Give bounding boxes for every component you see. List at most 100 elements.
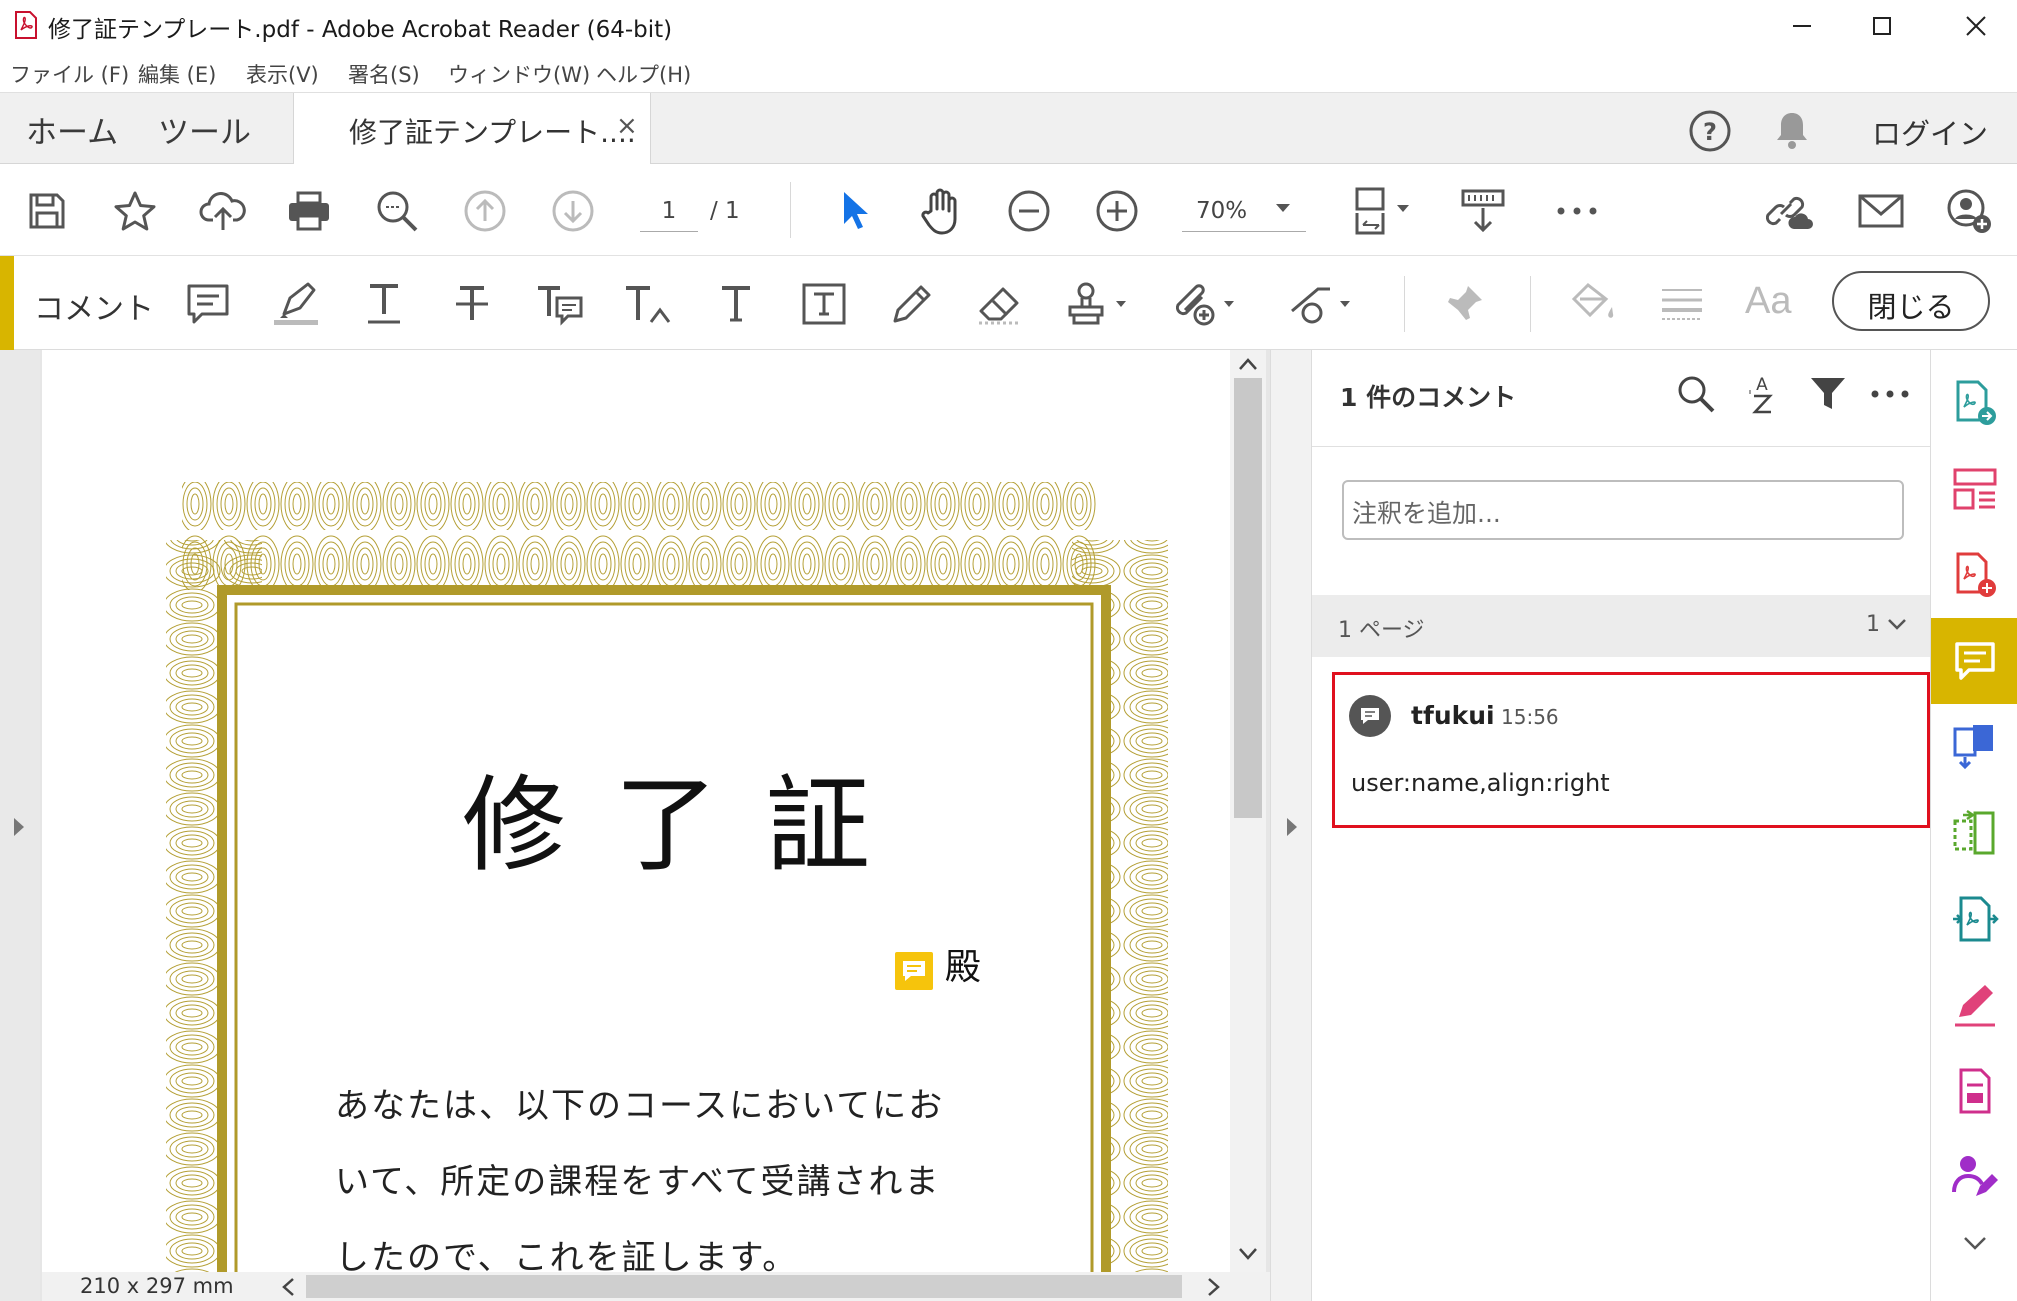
bookmark-star-icon[interactable]	[110, 186, 160, 236]
comment-page-group[interactable]: 1 ページ 1	[1312, 595, 1930, 657]
document-tab-close-icon[interactable]: ×	[616, 111, 638, 141]
add-text-icon[interactable]	[710, 278, 762, 330]
zoom-in-icon[interactable]	[1092, 186, 1142, 236]
help-icon[interactable]: ?	[1688, 109, 1732, 153]
export-pdf-icon[interactable]	[1931, 360, 2017, 446]
share-user-icon[interactable]	[1944, 186, 1994, 236]
comment-time: 15:56	[1501, 705, 1559, 729]
underline-text-icon[interactable]	[358, 278, 410, 330]
comment-avatar-icon	[1349, 695, 1391, 737]
certificate-body-line-1: あなたは、以下のコースにおいてにお	[335, 1086, 945, 1126]
edit-pdf-icon[interactable]	[1931, 876, 2017, 962]
collapse-right-panel-icon[interactable]	[1285, 816, 1299, 838]
more-tools-icon[interactable]	[1552, 186, 1602, 236]
menu-window[interactable]: ウィンドウ(W)	[448, 59, 590, 89]
comment-toolbar-divider	[1404, 276, 1405, 332]
filter-comments-icon[interactable]	[1806, 372, 1850, 416]
menu-edit[interactable]: 編集 (E)	[138, 59, 216, 89]
select-cursor-icon[interactable]	[828, 186, 878, 236]
shapes-icon[interactable]	[1286, 278, 1356, 330]
minimize-button[interactable]	[1764, 0, 1840, 52]
scroll-up-icon[interactable]	[1239, 358, 1257, 370]
right-tools-rail	[1930, 350, 2017, 1301]
insert-text-icon[interactable]	[622, 278, 674, 330]
tab-home[interactable]: ホーム	[26, 107, 118, 152]
cloud-upload-icon[interactable]	[198, 186, 248, 236]
font-style-button[interactable]: Aa	[1745, 280, 1791, 323]
panel-splitter[interactable]	[1270, 350, 1312, 1301]
notification-bell-icon[interactable]	[1772, 109, 1812, 151]
comment-panel: 1 件のコメント A 注釈を追加... 1 ページ 1 tfukui 15:56…	[1312, 350, 1930, 1301]
comment-card[interactable]: tfukui 15:56 user:name,align:right	[1332, 672, 1930, 828]
chevron-down-icon[interactable]	[1888, 619, 1906, 631]
page-size-label: 210 x 297 mm	[80, 1274, 234, 1298]
highlight-text-icon[interactable]	[270, 278, 322, 330]
print-icon[interactable]	[284, 186, 334, 236]
comment-tool-icon[interactable]	[1931, 618, 2017, 704]
page-total-label: / 1	[710, 198, 740, 224]
strikethrough-text-icon[interactable]	[446, 278, 498, 330]
expand-left-panel-icon[interactable]	[12, 816, 26, 838]
vertical-scrollbar[interactable]	[1230, 350, 1266, 1272]
compress-pdf-icon[interactable]	[1931, 790, 2017, 876]
search-comments-icon[interactable]	[1674, 372, 1718, 416]
fill-and-sign-icon[interactable]	[1931, 962, 2017, 1048]
menu-help[interactable]: ヘルプ(H)	[596, 59, 691, 89]
title-bar: 修了証テンプレート.pdf - Adobe Acrobat Reader (64…	[0, 0, 2017, 52]
tab-document[interactable]: 修了証テンプレート.... ×	[293, 93, 651, 165]
eraser-icon[interactable]	[974, 278, 1026, 330]
page-number-input[interactable]: 1	[640, 190, 698, 232]
add-note-input[interactable]: 注釈を追加...	[1342, 480, 1904, 540]
email-icon[interactable]	[1856, 186, 1906, 236]
close-window-button[interactable]	[1938, 0, 2014, 52]
hand-tool-icon[interactable]	[916, 186, 966, 236]
comment-annotation-icon[interactable]	[895, 952, 933, 990]
maximize-button[interactable]	[1844, 0, 1920, 52]
tab-tools[interactable]: ツール	[158, 107, 251, 152]
menu-file[interactable]: ファイル (F)	[10, 59, 129, 89]
sticky-note-icon[interactable]	[182, 278, 234, 330]
zoom-out-icon[interactable]	[1004, 186, 1054, 236]
comment-toolbar-divider-2	[1530, 276, 1531, 332]
replace-text-icon[interactable]	[534, 278, 586, 330]
combine-files-icon[interactable]	[1931, 704, 2017, 790]
tab-bar: ホーム ツール 修了証テンプレート.... × ? ログイン	[0, 92, 2017, 165]
vertical-scroll-thumb[interactable]	[1234, 378, 1262, 818]
fill-color-icon[interactable]	[1568, 278, 1620, 330]
pencil-draw-icon[interactable]	[886, 278, 938, 330]
menu-sign[interactable]: 署名(S)	[348, 59, 420, 89]
pdf-page: 修了証 殿 あなたは、以下のコースにおいてにお いて、所定の課程をすべて受講され…	[42, 350, 1230, 1272]
window-title: 修了証テンプレート.pdf - Adobe Acrobat Reader (64…	[48, 17, 673, 43]
login-link[interactable]: ログイン	[1872, 111, 1988, 153]
share-link-icon[interactable]	[1766, 186, 1816, 236]
stamp-icon[interactable]	[1062, 278, 1132, 330]
scroll-left-icon[interactable]	[282, 1278, 294, 1296]
close-comment-tool-button[interactable]: 閉じる	[1832, 271, 1990, 331]
comments-more-icon[interactable]	[1868, 372, 1912, 416]
rail-more-chevron-icon[interactable]	[1931, 1224, 2017, 1264]
comment-toolbar-label: コメント	[34, 292, 154, 327]
scroll-mode-icon[interactable]	[1458, 186, 1508, 236]
page-group-count: 1	[1866, 612, 1880, 637]
attach-file-icon[interactable]	[1170, 278, 1240, 330]
previous-page-icon[interactable]	[460, 186, 510, 236]
svg-text:A: A	[1756, 375, 1768, 395]
horizontal-scroll-thumb[interactable]	[306, 1275, 1182, 1298]
scroll-down-icon[interactable]	[1239, 1248, 1257, 1260]
zoom-search-icon[interactable]	[372, 186, 422, 236]
organize-pages-icon[interactable]	[1931, 446, 2017, 532]
zoom-dropdown-icon[interactable]	[1276, 204, 1290, 212]
sort-comments-icon[interactable]: A	[1740, 372, 1784, 416]
save-icon[interactable]	[22, 186, 72, 236]
page-fit-icon[interactable]	[1350, 186, 1420, 236]
line-style-icon[interactable]	[1656, 278, 1708, 330]
menu-view[interactable]: 表示(V)	[246, 59, 319, 89]
create-pdf-icon[interactable]	[1931, 532, 2017, 618]
next-page-icon[interactable]	[548, 186, 598, 236]
request-signature-icon[interactable]	[1931, 1134, 2017, 1220]
scroll-right-icon[interactable]	[1208, 1278, 1220, 1296]
pin-icon[interactable]	[1438, 278, 1490, 330]
text-box-icon[interactable]	[798, 278, 850, 330]
protect-pdf-icon[interactable]	[1931, 1048, 2017, 1134]
comment-toolbar: コメント Aa 閉じる	[0, 256, 2017, 350]
